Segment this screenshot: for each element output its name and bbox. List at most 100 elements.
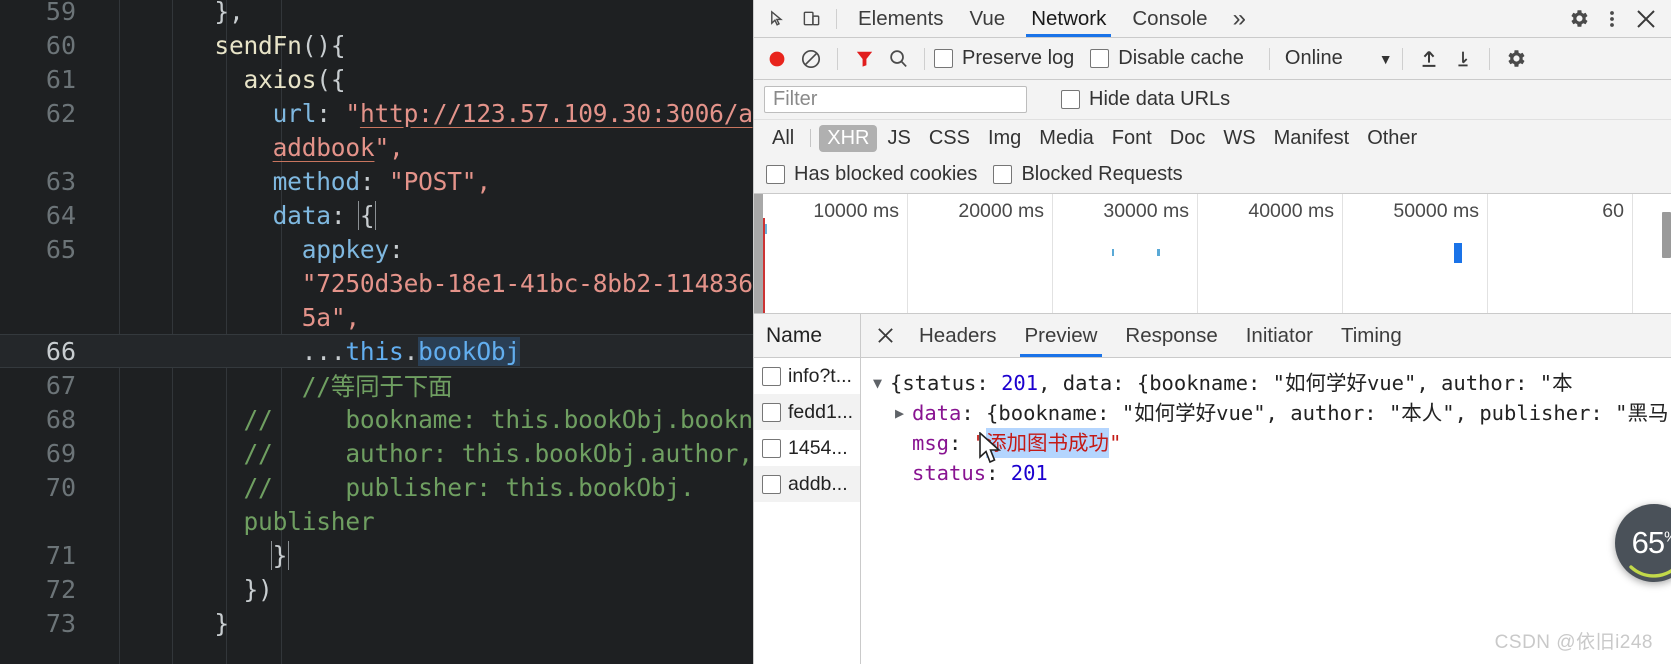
code-text[interactable]: // author: this.bookObj.author, xyxy=(98,439,753,468)
type-filter-css[interactable]: CSS xyxy=(921,125,978,152)
code-text[interactable]: appkey: xyxy=(98,235,753,264)
throttling-dropdown[interactable]: Online ▼ xyxy=(1279,47,1393,70)
code-line[interactable]: addbook", xyxy=(0,130,753,164)
request-checkbox[interactable] xyxy=(762,402,781,422)
json-line[interactable]: ▼ {status: 201, data: {bookname: "如何学好vue… xyxy=(873,368,1671,398)
chevron-down-icon[interactable]: ▼ xyxy=(873,368,890,398)
disable-cache-checkbox[interactable]: Disable cache xyxy=(1090,47,1244,70)
request-row[interactable]: fedd1... xyxy=(754,394,860,430)
tab-network[interactable]: Network xyxy=(1018,0,1119,37)
code-line[interactable]: 59 }, xyxy=(0,0,753,28)
code-line[interactable]: 65 appkey: xyxy=(0,232,753,266)
chevron-right-icon[interactable]: ▶ xyxy=(895,398,912,428)
filter-input[interactable]: Filter xyxy=(764,86,1027,113)
code-line[interactable]: 60 sendFn(){ xyxy=(0,28,753,62)
device-toolbar-icon[interactable] xyxy=(794,4,828,34)
blocked-filters-row[interactable]: Has blocked cookies Blocked Requests xyxy=(754,156,1671,194)
code-text[interactable]: // publisher: this.bookObj. xyxy=(98,473,753,502)
preserve-log-checkbox[interactable]: Preserve log xyxy=(934,47,1074,70)
request-row[interactable]: info?t... xyxy=(754,358,860,394)
request-row[interactable]: 1454... xyxy=(754,430,860,466)
has-blocked-cookies-checkbox[interactable]: Has blocked cookies xyxy=(766,163,977,186)
filter-row[interactable]: Filter Hide data URLs xyxy=(754,80,1671,120)
detail-tab-group[interactable]: Headers Preview Response Initiator Timing xyxy=(905,314,1416,357)
devtools-tabbar[interactable]: Elements Vue Network Console » xyxy=(754,0,1671,38)
code-text[interactable]: }) xyxy=(98,575,753,604)
request-list-header-name[interactable]: Name xyxy=(754,314,860,358)
request-rows[interactable]: info?t... fedd1... 1454... addb... xyxy=(754,358,860,502)
funnel-filter-icon[interactable] xyxy=(847,44,881,74)
type-filter-ws[interactable]: WS xyxy=(1215,125,1263,152)
code-text[interactable]: ...this.bookObj xyxy=(98,336,753,366)
code-line[interactable]: 61 axios({ xyxy=(0,62,753,96)
devtools-tabbar-actions[interactable] xyxy=(1561,4,1671,34)
code-line[interactable]: 62 url: "http://123.57.109.30:3006/api/ xyxy=(0,96,753,130)
json-line[interactable]: ▶ data: {bookname: "如何学好vue", author: "本人… xyxy=(873,398,1671,428)
chevron-down-icon[interactable]: ▼ xyxy=(1379,51,1393,67)
code-line[interactable]: 5a", xyxy=(0,300,753,334)
detail-tab-preview[interactable]: Preview xyxy=(1011,314,1112,357)
code-line[interactable]: 72 }) xyxy=(0,572,753,606)
gear-icon[interactable] xyxy=(1499,44,1533,74)
code-line[interactable]: 71 } xyxy=(0,538,753,572)
clear-prohibited-icon[interactable] xyxy=(794,44,828,74)
detail-tab-response[interactable]: Response xyxy=(1111,314,1231,357)
more-vertical-icon[interactable] xyxy=(1595,4,1629,34)
code-line[interactable]: 70 // publisher: this.bookObj. xyxy=(0,470,753,504)
code-text[interactable]: 5a", xyxy=(98,303,753,332)
detail-tab-timing[interactable]: Timing xyxy=(1327,314,1416,357)
code-text[interactable]: sendFn(){ xyxy=(98,31,753,60)
import-har-icon[interactable] xyxy=(1412,44,1446,74)
request-checkbox[interactable] xyxy=(762,366,781,386)
close-icon[interactable] xyxy=(865,314,905,357)
code-text[interactable]: //等同于下面 xyxy=(98,368,753,403)
code-text[interactable]: "7250d3eb-18e1-41bc-8bb2-1148366 xyxy=(98,269,753,298)
checkbox-box[interactable] xyxy=(993,165,1013,184)
json-line[interactable]: status: 201 xyxy=(873,458,1671,488)
network-bottom-split[interactable]: Name info?t... fedd1... 1454... addb... Hea… xyxy=(754,314,1671,664)
code-text[interactable]: publisher xyxy=(98,507,753,536)
record-circle-icon[interactable] xyxy=(760,44,794,74)
devtools-tab-group[interactable]: Elements Vue Network Console xyxy=(845,0,1221,37)
blocked-requests-checkbox[interactable]: Blocked Requests xyxy=(993,163,1183,186)
code-line[interactable]: 64 data: { xyxy=(0,198,753,232)
resource-type-filters[interactable]: All XHR JS CSS Img Media Font Doc WS Manifest Othe… xyxy=(754,120,1671,156)
close-icon[interactable] xyxy=(1629,4,1663,34)
search-icon[interactable] xyxy=(881,44,915,74)
checkbox-box[interactable] xyxy=(934,49,953,68)
detail-tab-initiator[interactable]: Initiator xyxy=(1232,314,1327,357)
request-list-pane[interactable]: Name info?t... fedd1... 1454... addb... xyxy=(754,314,861,664)
progress-gauge-badge[interactable]: 65% xyxy=(1615,504,1671,582)
tab-vue[interactable]: Vue xyxy=(956,0,1018,37)
code-line[interactable]: 66 ...this.bookObj xyxy=(0,334,753,368)
more-tabs-button[interactable]: » xyxy=(1221,0,1258,37)
code-text[interactable]: addbook", xyxy=(98,133,753,162)
code-text[interactable]: } xyxy=(98,540,753,570)
request-detail-pane[interactable]: Headers Preview Response Initiator Timing ▼{… xyxy=(861,314,1671,664)
json-line[interactable]: msg: " 添加图书成功 " xyxy=(873,428,1671,458)
gear-icon[interactable] xyxy=(1561,4,1595,34)
type-filter-manifest[interactable]: Manifest xyxy=(1266,125,1358,152)
inspect-element-icon[interactable] xyxy=(760,4,794,34)
code-line[interactable]: publisher xyxy=(0,504,753,538)
request-checkbox[interactable] xyxy=(762,438,781,458)
type-filter-media[interactable]: Media xyxy=(1031,125,1101,152)
type-filter-xhr[interactable]: XHR xyxy=(819,124,878,152)
network-toolbar[interactable]: Preserve log Disable cache Online ▼ xyxy=(754,38,1671,80)
type-filter-other[interactable]: Other xyxy=(1359,125,1425,152)
response-preview-tree[interactable]: ▼ {status: 201, data: {bookname: "如何学好vue… xyxy=(861,358,1671,664)
type-filter-doc[interactable]: Doc xyxy=(1162,125,1214,152)
code-text[interactable]: } xyxy=(98,609,753,638)
code-lines[interactable]: 59 }, 60 sendFn(){61 axios({62 url: "http… xyxy=(0,0,753,640)
checkbox-box[interactable] xyxy=(1061,90,1080,109)
tab-elements[interactable]: Elements xyxy=(845,0,956,37)
code-text[interactable]: data: { xyxy=(98,200,753,230)
code-line[interactable]: 69 // author: this.bookObj.author, xyxy=(0,436,753,470)
tab-console[interactable]: Console xyxy=(1119,0,1220,37)
code-line[interactable]: 68 // bookname: this.bookObj.bookna xyxy=(0,402,753,436)
type-filter-all[interactable]: All xyxy=(764,125,802,152)
code-line[interactable]: "7250d3eb-18e1-41bc-8bb2-1148366 xyxy=(0,266,753,300)
code-line[interactable]: 63 method: "POST", xyxy=(0,164,753,198)
code-editor-pane[interactable]: 59 }, 60 sendFn(){61 axios({62 url: "http… xyxy=(0,0,753,664)
detail-tab-headers[interactable]: Headers xyxy=(905,314,1011,357)
